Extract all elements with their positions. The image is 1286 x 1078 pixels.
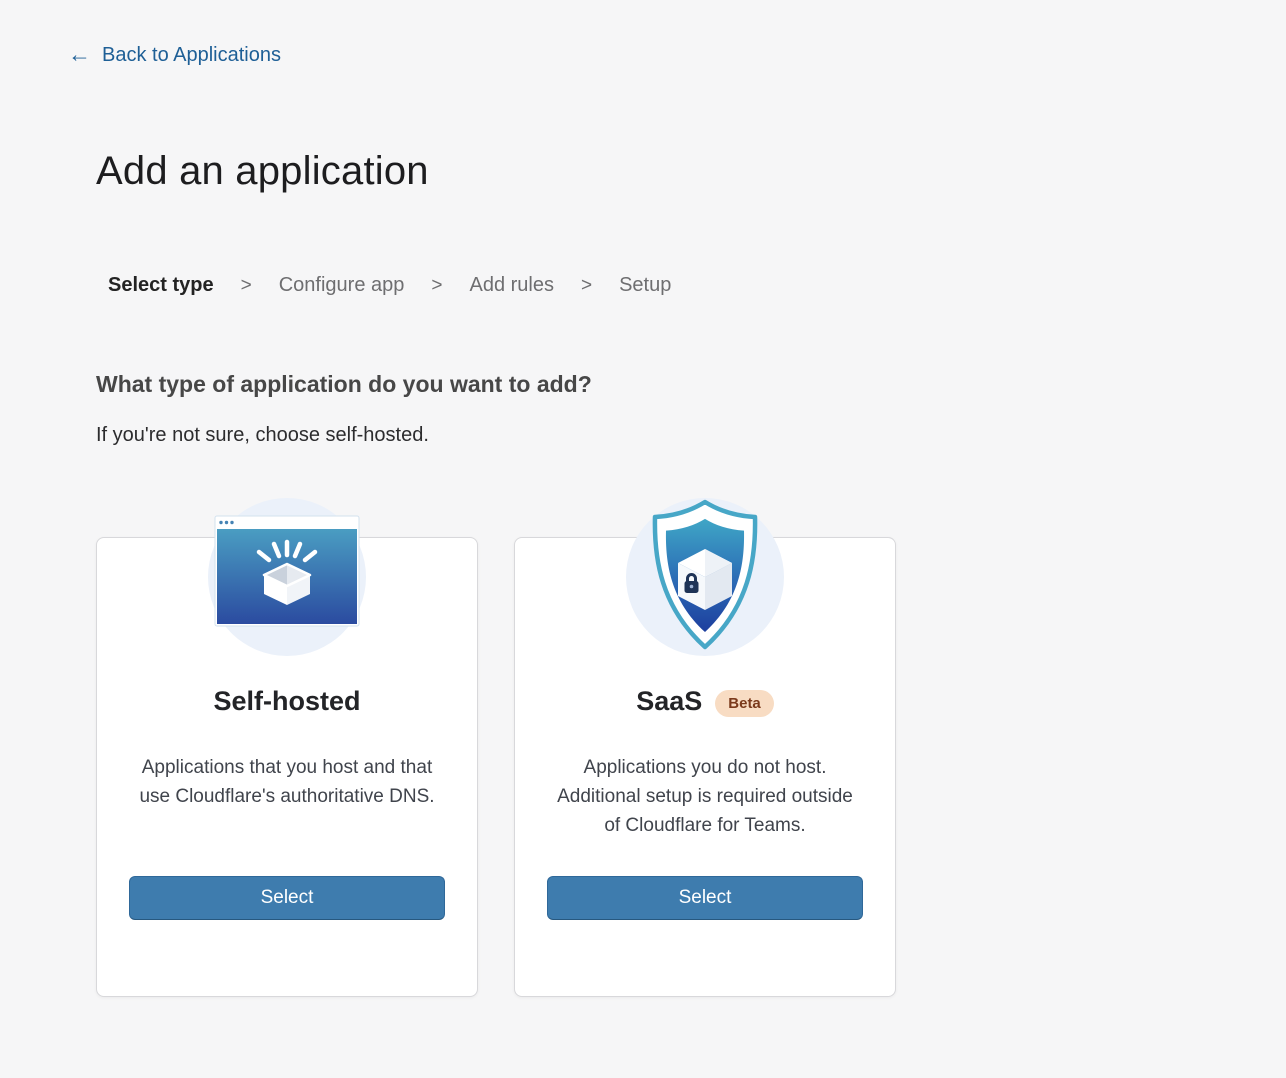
step-setup: Setup	[619, 274, 671, 297]
back-link-label: Back to Applications	[102, 44, 281, 67]
card-title-saas: SaaS	[636, 686, 702, 717]
application-type-cards: Self-hosted Applications that you host a…	[96, 537, 1286, 997]
step-add-rules: Add rules	[469, 274, 554, 297]
select-saas-button[interactable]: Select	[547, 876, 863, 920]
step-configure-app: Configure app	[279, 274, 405, 297]
browser-box-icon	[207, 497, 367, 657]
step-separator-icon: >	[581, 275, 592, 297]
step-breadcrumb: Select type > Configure app > Add rules …	[108, 274, 1286, 297]
step-separator-icon: >	[431, 275, 442, 297]
card-description: Applications that you host and that use …	[139, 753, 434, 811]
beta-badge: Beta	[715, 690, 774, 717]
saas-card: SaaS Beta Applications you do not host. …	[514, 537, 896, 997]
question-heading: What type of application do you want to …	[96, 371, 1286, 398]
back-to-applications-link[interactable]: ← Back to Applications	[68, 44, 281, 67]
step-select-type: Select type	[108, 274, 214, 297]
shield-lock-icon	[625, 497, 785, 657]
step-separator-icon: >	[241, 275, 252, 297]
description-line: use Cloudflare's authoritative DNS.	[139, 782, 434, 811]
description-line: Applications that you host and that	[139, 753, 434, 782]
select-self-hosted-button[interactable]: Select	[129, 876, 445, 920]
description-line: Applications you do not host.	[557, 753, 853, 782]
description-line: of Cloudflare for Teams.	[557, 811, 853, 840]
page-title: Add an application	[96, 149, 1286, 194]
question-hint: If you're not sure, choose self-hosted.	[96, 424, 1286, 447]
back-arrow-icon: ←	[68, 43, 91, 66]
card-description: Applications you do not host. Additional…	[557, 753, 853, 840]
self-hosted-card: Self-hosted Applications that you host a…	[96, 537, 478, 997]
description-line: Additional setup is required outside	[557, 782, 853, 811]
add-application-page: ← Back to Applications Add an applicatio…	[0, 44, 1286, 1078]
card-title-self-hosted: Self-hosted	[213, 686, 360, 717]
